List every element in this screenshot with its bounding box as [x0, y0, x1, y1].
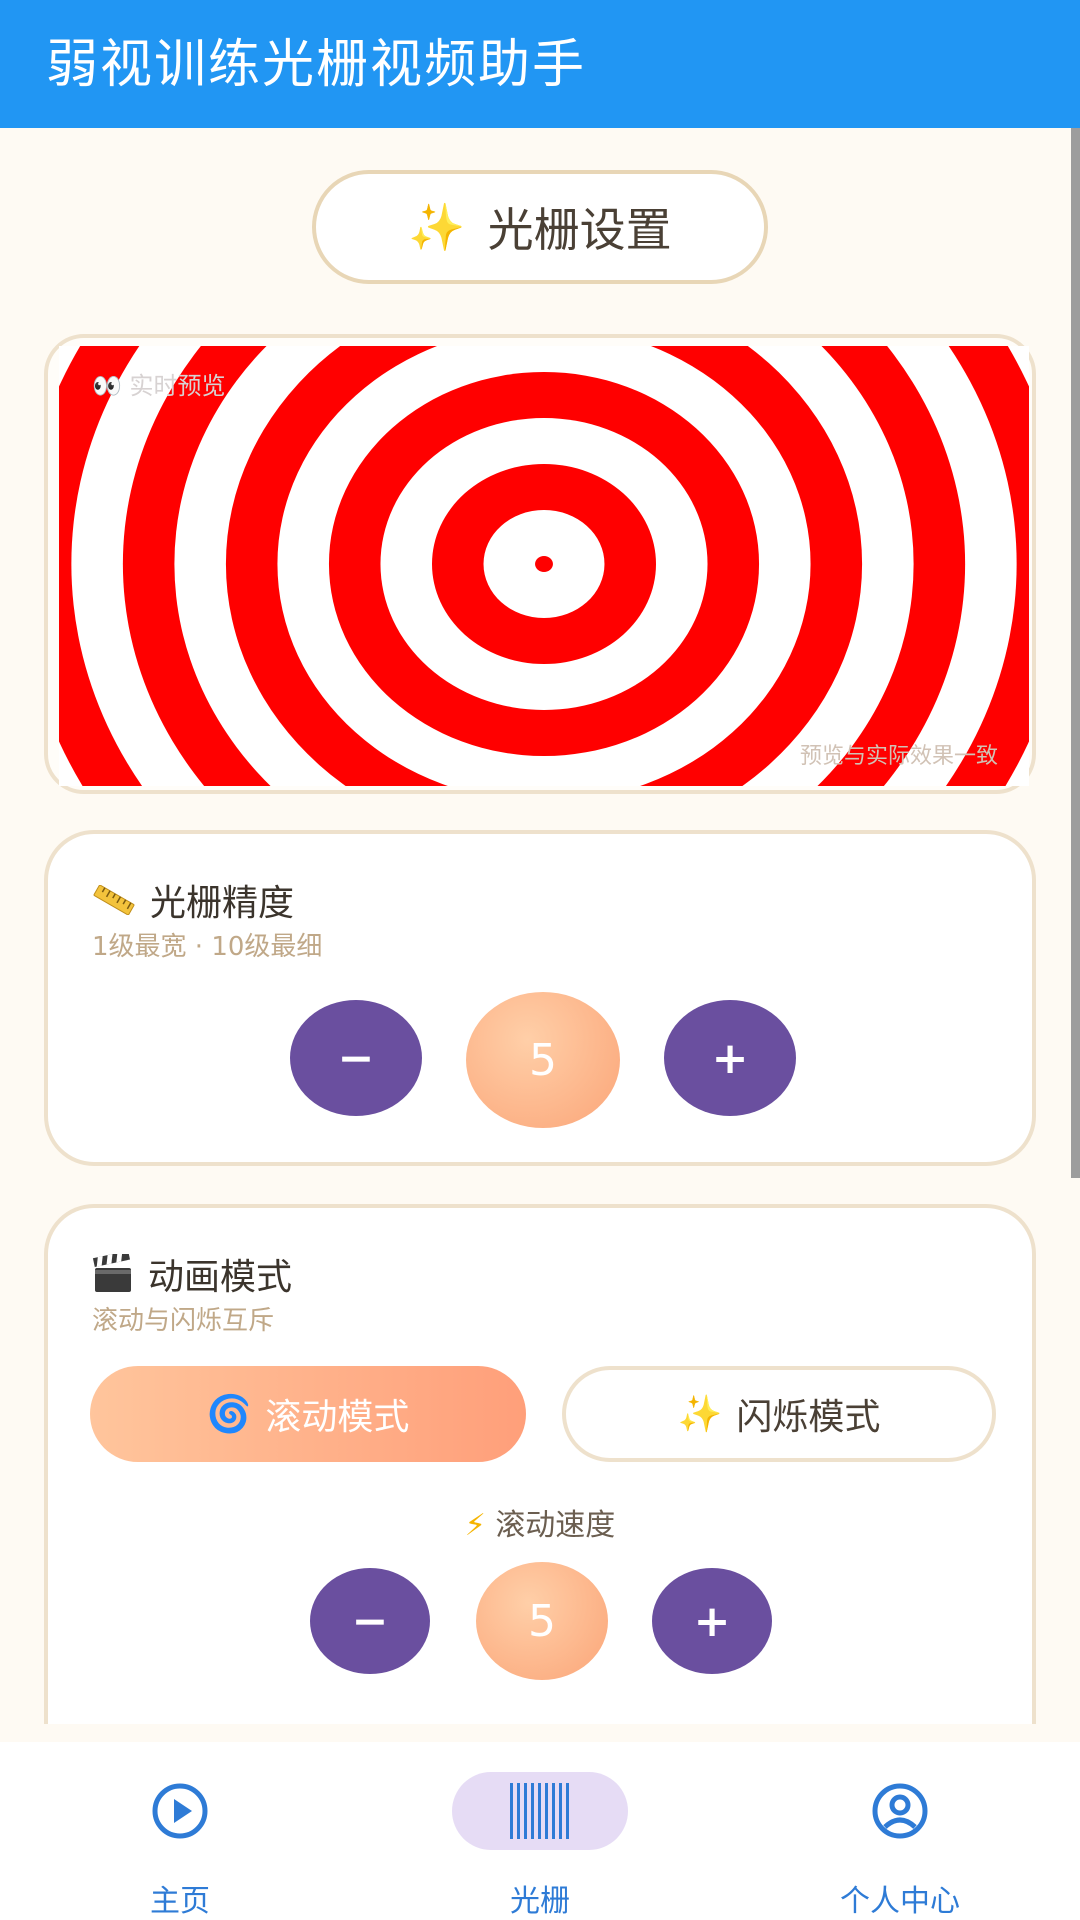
- animation-title-text: 动画模式: [148, 1257, 293, 1298]
- scroll-mode-button[interactable]: 🌀 滚动模式: [90, 1366, 526, 1462]
- cyclone-icon: 🌀: [206, 1394, 252, 1435]
- precision-card: 光栅精度 1级最宽 · 10级最细 − 5 +: [44, 830, 1036, 1166]
- sparkles-icon: ✨: [408, 199, 466, 254]
- preview-label: 👀 实时预览: [92, 372, 226, 400]
- scroll-mode-label: 滚动模式: [265, 1397, 410, 1438]
- nav-profile[interactable]: 个人中心: [800, 1742, 1000, 1920]
- bottom-navigation: 主页 光栅 个人中心: [0, 1742, 1080, 1920]
- preview-card: 👀 实时预览 预览与实际效果一致: [44, 334, 1036, 794]
- speed-label-text: 滚动速度: [495, 1508, 616, 1543]
- sparkles-icon: ✨: [677, 1394, 723, 1435]
- precision-decrease-button[interactable]: −: [290, 1000, 422, 1116]
- app-title: 弱视训练光栅视频助手: [46, 35, 587, 95]
- speed-value: 5: [476, 1562, 608, 1680]
- lightning-icon: ⚡: [464, 1508, 486, 1543]
- precision-increase-button[interactable]: +: [664, 1000, 796, 1116]
- precision-title-text: 光栅精度: [150, 883, 295, 924]
- grating-settings-header: ✨ 光栅设置: [312, 170, 768, 284]
- preview-note: 预览与实际效果一致: [799, 744, 998, 769]
- ruler-icon: [93, 885, 135, 915]
- grating-preview: [59, 346, 1029, 786]
- nav-grating-label: 光栅: [510, 1884, 570, 1919]
- app-bar: 弱视训练光栅视频助手: [0, 0, 1080, 128]
- grating-icon: [510, 1783, 569, 1839]
- speed-label: ⚡ 滚动速度: [48, 1500, 1032, 1544]
- grating-ring: [535, 556, 553, 572]
- play-circle-icon: [152, 1783, 208, 1839]
- flash-mode-label: 闪烁模式: [736, 1397, 881, 1438]
- clapperboard-icon: [92, 1254, 131, 1292]
- animation-card: 动画模式 滚动与闪烁互斥 🌀 滚动模式 ✨ 闪烁模式 ⚡ 滚动速度 − 5 +: [44, 1204, 1036, 1724]
- speed-decrease-button[interactable]: −: [310, 1568, 430, 1674]
- animation-title: 动画模式: [92, 1248, 292, 1300]
- nav-profile-label: 个人中心: [840, 1884, 960, 1919]
- account-circle-icon: [872, 1783, 928, 1839]
- flash-mode-button[interactable]: ✨ 闪烁模式: [562, 1366, 996, 1462]
- precision-value: 5: [466, 992, 620, 1128]
- scrollbar[interactable]: [1071, 128, 1080, 1178]
- speed-increase-button[interactable]: +: [652, 1568, 772, 1674]
- settings-title: 光栅设置: [487, 203, 672, 257]
- nav-home[interactable]: 主页: [80, 1742, 280, 1920]
- concentric-rings-preview: [59, 346, 1029, 786]
- nav-home-label: 主页: [150, 1884, 210, 1919]
- nav-grating[interactable]: 光栅: [440, 1742, 640, 1920]
- animation-subtitle: 滚动与闪烁互斥: [92, 1306, 275, 1336]
- precision-subtitle: 1级最宽 · 10级最细: [92, 932, 323, 962]
- precision-title: 光栅精度: [92, 874, 294, 926]
